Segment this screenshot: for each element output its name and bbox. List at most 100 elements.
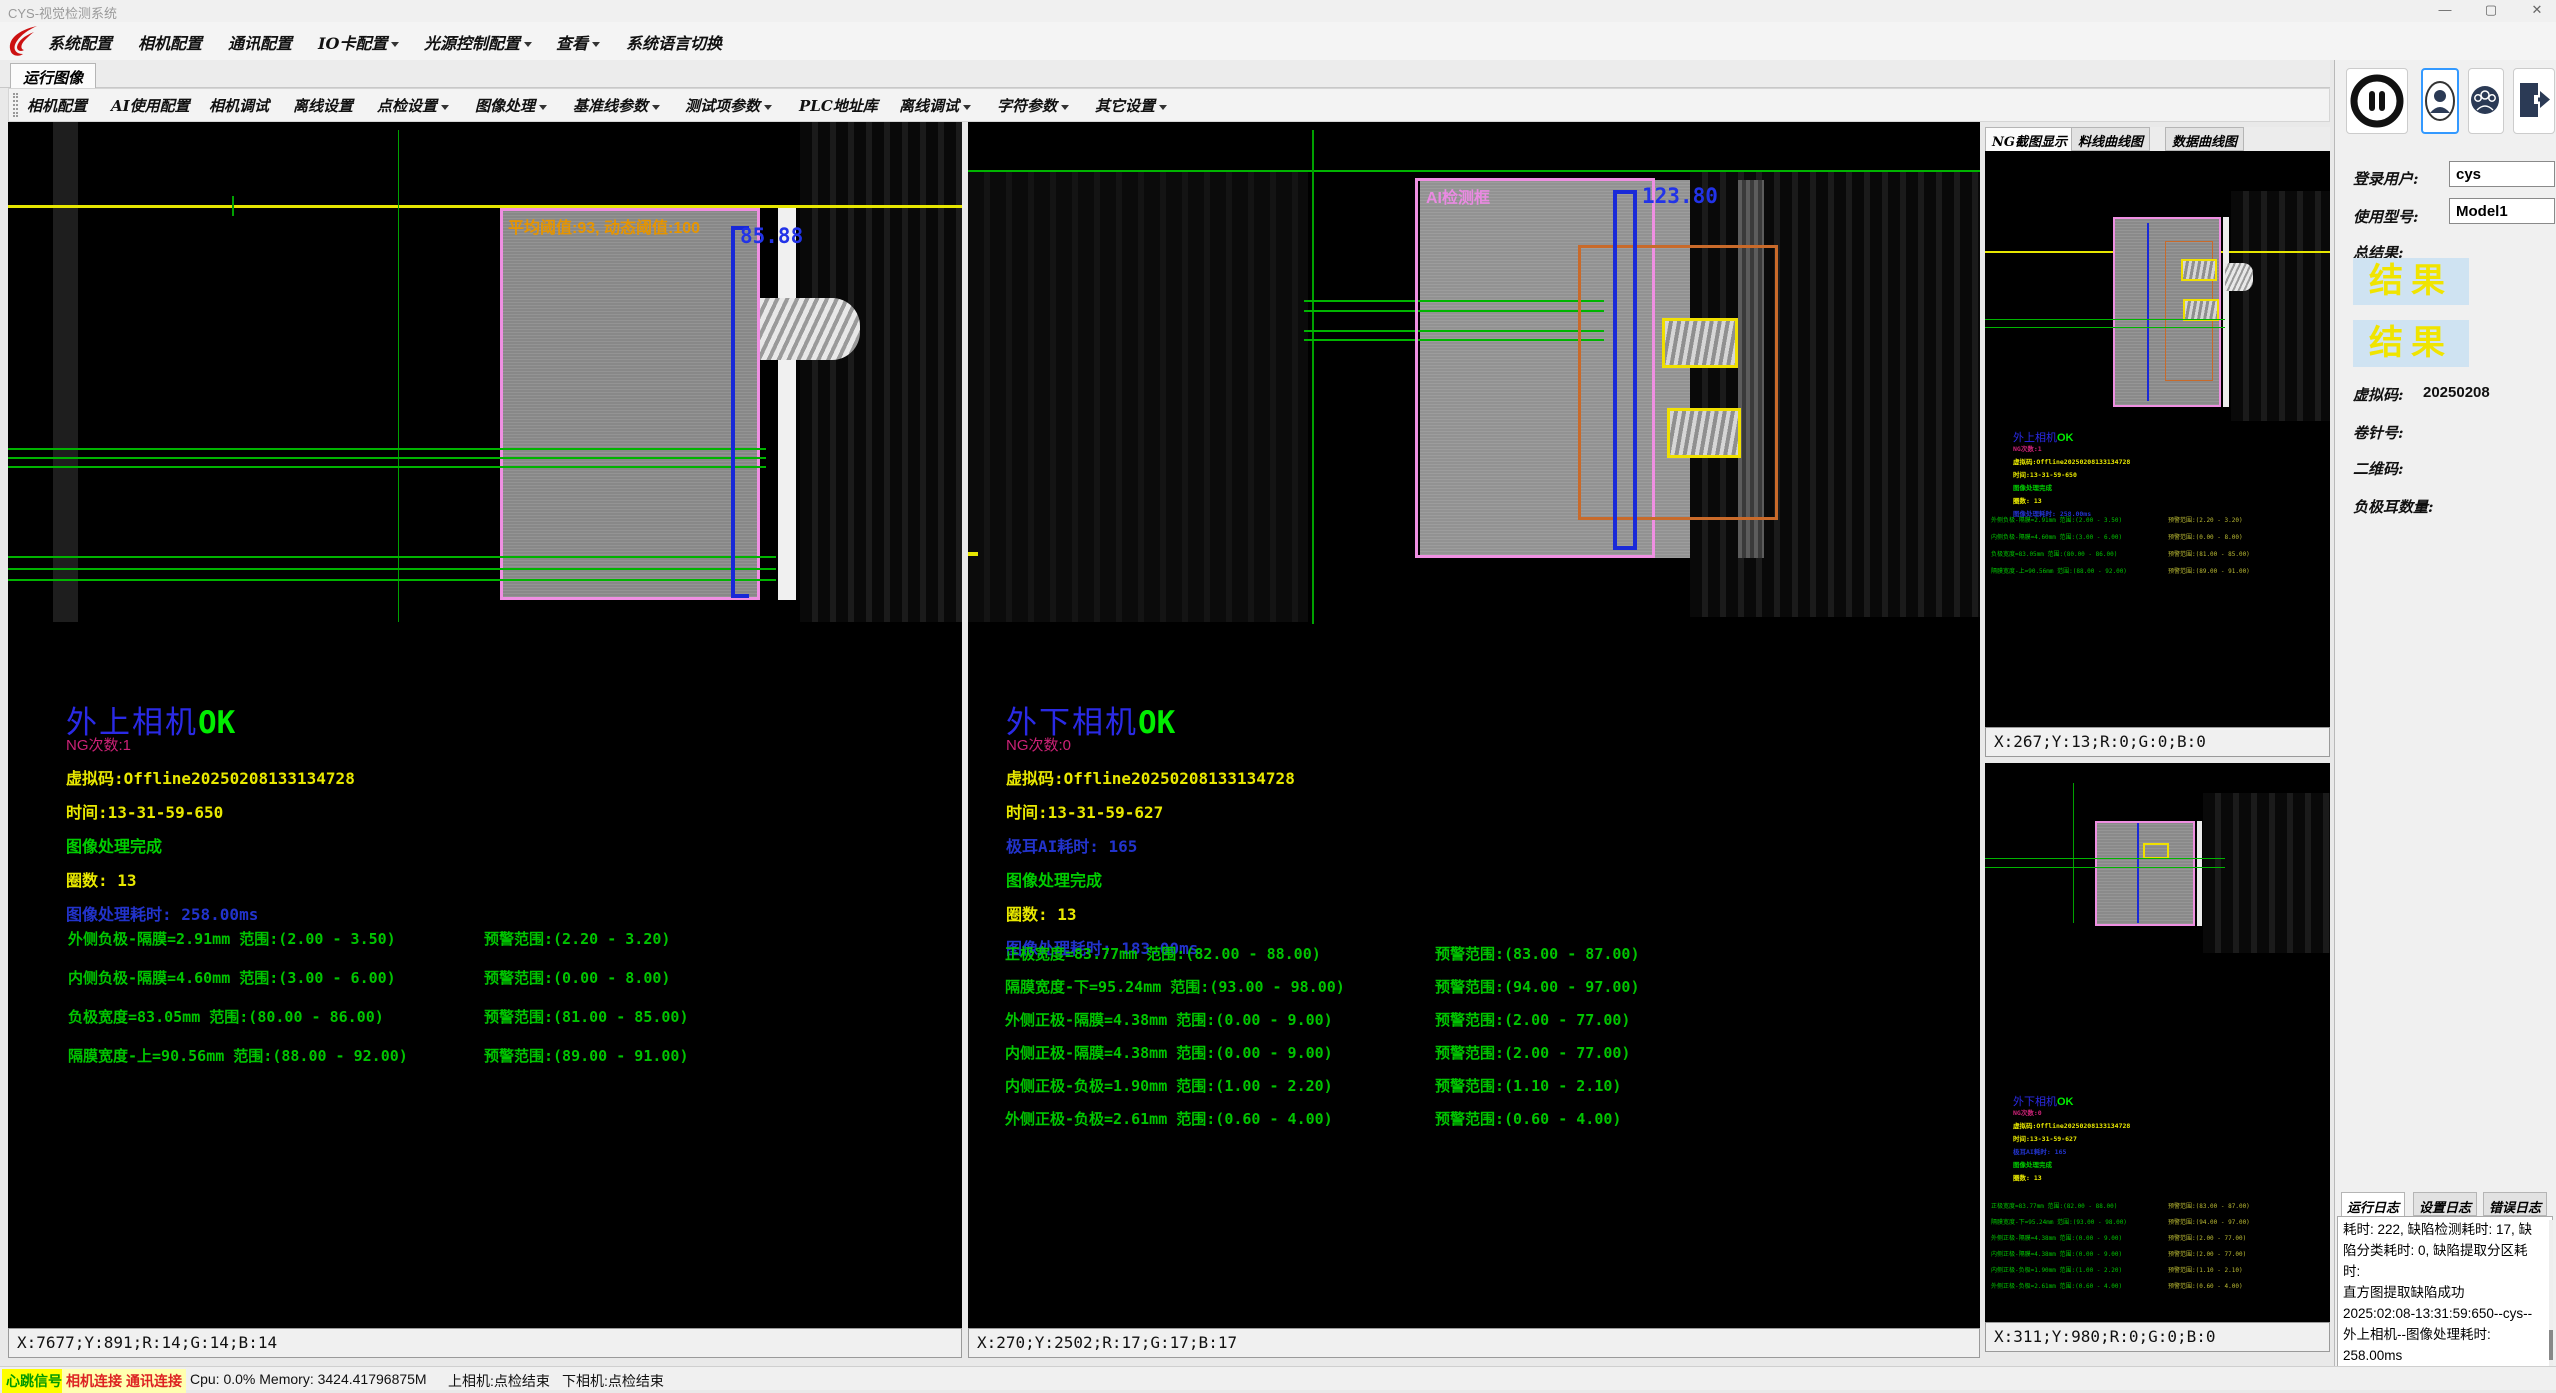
virtual-code-line: 虚拟码:Offline20250208133134728: [66, 765, 355, 789]
background-stripes: [800, 122, 962, 622]
measurement-text: 内侧正极-负极=1.90mm 范围:(1.00 - 2.20): [1005, 1077, 1333, 1095]
ng-snapshot-upper[interactable]: 外上相机OK NG次数:1 虚拟码:Offline202502081331347…: [1985, 151, 2330, 727]
menu-camera-config[interactable]: 相机配置: [138, 30, 202, 54]
green-vertical-line: [1312, 130, 1314, 624]
dropdown-arrow-icon: [1159, 105, 1167, 110]
measurement-text: 外侧负极-隔膜=2.91mm 范围:(2.00 - 3.50): [68, 930, 396, 948]
user-button[interactable]: [2421, 68, 2459, 134]
toolbar: 相机配置 AI使用配置 相机调试 离线设置 点检设置 图像处理 基准线参数 测试…: [8, 88, 2330, 122]
background-band: [53, 122, 78, 622]
ng-snapshot-lower[interactable]: 外下相机OK NG次数:0 虚拟码:Offline202502081331347…: [1985, 763, 2330, 1322]
blue-measure-bracket: [731, 226, 749, 598]
yellow-edge-tick: [968, 552, 978, 556]
baseline-yellow-line: [8, 205, 962, 208]
tab-run-log[interactable]: 运行日志: [2341, 1192, 2405, 1216]
measure-green-line: [8, 457, 766, 459]
camera-link-badge: 相机连接: [62, 1369, 126, 1393]
pixel-coords-readout: X:7677;Y:891;R:14;G:14;B:14: [8, 1328, 962, 1358]
camera-status-block-mini: 外上相机OK NG次数:1 虚拟码:Offline202502081331347…: [2013, 429, 2130, 518]
tool-image-process[interactable]: 图像处理: [475, 95, 547, 116]
menu-io-card-config[interactable]: IO卡配置: [318, 30, 399, 54]
measure-green-line: [8, 568, 776, 570]
qr-code-label: 二维码:: [2353, 458, 2404, 479]
warning-range-text: 预警范围:(2.00 - 77.00): [1435, 1042, 1630, 1063]
turns-line: 圈数: 13: [1006, 901, 1295, 925]
comm-link-badge: 通讯连接: [122, 1369, 186, 1393]
exit-button[interactable]: [2513, 68, 2555, 134]
upper-camera-view[interactable]: 平均阈值:93, 动态阈值:100 85.88 外上相机OK NG次数:1 虚拟…: [8, 122, 962, 1328]
result-display-2: 结果: [2353, 320, 2469, 367]
login-user-input[interactable]: [2449, 161, 2555, 187]
dropdown-arrow-icon: [963, 105, 971, 110]
warning-range-text: 预警范围:(81.00 - 85.00): [484, 1006, 689, 1027]
warning-range-text: 预警范围:(1.10 - 2.10): [1435, 1075, 1621, 1096]
tab-line-curve[interactable]: 料线曲线图: [2071, 127, 2150, 151]
tab-error-log[interactable]: 错误日志: [2483, 1192, 2547, 1216]
green-vertical-line: [2073, 783, 2074, 923]
tab-data-curve[interactable]: 数据曲线图: [2165, 127, 2244, 151]
tool-test-item-params[interactable]: 测试项参数: [685, 95, 772, 116]
result-display-1: 结果: [2353, 258, 2469, 305]
dropdown-arrow-icon: [441, 105, 449, 110]
tool-camera-config[interactable]: 相机配置: [27, 95, 87, 116]
thumb-tab-row: NG截图显示 料线曲线图 数据曲线图: [1985, 127, 2330, 151]
tool-plc-address-lib[interactable]: PLC地址库: [799, 95, 878, 116]
white-strip: [2223, 217, 2229, 407]
close-icon[interactable]: ✕: [2520, 0, 2554, 22]
tool-spot-check-setting[interactable]: 点检设置: [377, 95, 449, 116]
measure-green-line: [1985, 867, 2225, 868]
lower-camera-view[interactable]: AI检测框 123.80 外下相机OK NG次数:0 虚拟码:Offline20…: [968, 122, 1980, 1328]
run-log-text: 耗时: 222, 缺陷检测耗时: 17, 缺陷分类耗时: 0, 缺陷提取分区耗时…: [2337, 1216, 2553, 1388]
warning-range-text: 预警范围:(94.00 - 97.00): [1435, 976, 1640, 997]
tool-other-settings[interactable]: 其它设置: [1095, 95, 1167, 116]
toolbar-grip[interactable]: [13, 93, 18, 117]
camera-result: OK: [198, 705, 235, 741]
menu-view[interactable]: 查看: [556, 30, 600, 54]
background-stripes: [968, 172, 1308, 622]
user-group-icon: [2469, 69, 2501, 131]
camera-status-block: 外上相机OK NG次数:1 虚拟码:Offline202502081331347…: [66, 697, 355, 925]
threshold-overlay-label: 平均阈值:93, 动态阈值:100: [508, 214, 700, 238]
tool-ai-use-config[interactable]: AI使用配置: [111, 95, 190, 116]
menu-language-switch[interactable]: 系统语言切换: [626, 30, 722, 54]
measure-green-line: [1985, 858, 2225, 859]
tab-run-image[interactable]: 运行图像: [10, 63, 96, 88]
menu-comm-config[interactable]: 通讯配置: [228, 30, 292, 54]
user-group-button[interactable]: [2468, 68, 2504, 134]
tool-baseline-params[interactable]: 基准线参数: [573, 95, 660, 116]
tab-ng-snapshot[interactable]: NG截图显示: [1985, 127, 2074, 151]
cpu-memory-text: Cpu: 0.0% Memory: 3424.41796875M: [190, 1371, 427, 1387]
dropdown-arrow-icon: [391, 42, 399, 47]
dropdown-arrow-icon: [652, 105, 660, 110]
minimize-icon[interactable]: —: [2428, 0, 2462, 22]
menu-light-control-config[interactable]: 光源控制配置: [424, 30, 532, 54]
pixel-coords-readout: X:311;Y:980;R:0;G:0;B:0: [1985, 1322, 2330, 1352]
pause-button[interactable]: [2346, 68, 2408, 134]
menu-system-config[interactable]: 系统配置: [48, 30, 112, 54]
top-green-line: [968, 170, 1980, 172]
model-label: 使用型号:: [2353, 206, 2419, 227]
blue-measure-bar-mini: [2137, 823, 2139, 923]
window-title: CYS-视觉检测系统: [8, 3, 117, 22]
measurement-text: 隔膜宽度-下=95.24mm 范围:(93.00 - 98.00): [1005, 978, 1345, 996]
measure-green-line: [8, 448, 766, 450]
ai-box-label: AI检测框: [1426, 184, 1490, 208]
dropdown-arrow-icon: [539, 105, 547, 110]
maximize-icon[interactable]: ▢: [2474, 0, 2508, 22]
tool-camera-debug[interactable]: 相机调试: [209, 95, 269, 116]
green-vertical-line: [398, 130, 399, 622]
model-input[interactable]: [2449, 198, 2555, 224]
tab-setting-log[interactable]: 设置日志: [2413, 1192, 2477, 1216]
measurement-text: 内侧负极-隔膜=4.60mm 范围:(3.00 - 6.00): [68, 969, 396, 987]
blue-measure-bar-mini: [2147, 223, 2149, 401]
menu-bar: 系统配置 相机配置 通讯配置 IO卡配置 光源控制配置 查看 系统语言切换: [0, 22, 2556, 60]
user-icon: [2423, 70, 2457, 132]
tool-offline-setting[interactable]: 离线设置: [293, 95, 353, 116]
tool-char-params[interactable]: 字符参数: [997, 95, 1069, 116]
measure-value-overlay: 85.88: [740, 224, 803, 248]
pixel-coords-readout: X:267;Y:13;R:0;G:0;B:0: [1985, 727, 2330, 757]
log-scrollbar-thumb[interactable]: [2549, 1330, 2553, 1360]
tool-offline-debug[interactable]: 离线调试: [899, 95, 971, 116]
tab-detect-box: [1662, 318, 1738, 368]
green-tick-line: [232, 196, 234, 216]
